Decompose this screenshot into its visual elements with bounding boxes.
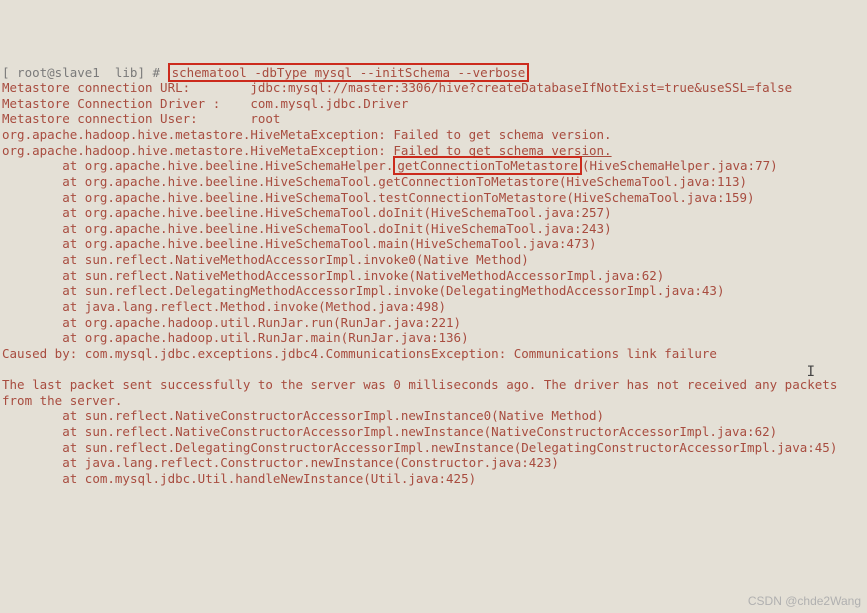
stack-line: at sun.reflect.NativeMethodAccessorImpl.… xyxy=(2,252,529,267)
stack-line: at org.apache.hive.beeline.HiveSchemaToo… xyxy=(2,190,755,205)
output-line: The last packet sent successfully to the… xyxy=(2,377,845,408)
stack-line: at org.apache.hive.beeline.HiveSchemaToo… xyxy=(2,174,747,189)
stack-line: at org.apache.hive.beeline.HiveSchemaToo… xyxy=(2,205,612,220)
stack-line: (HiveSchemaHelper.java:77) xyxy=(582,158,778,173)
stack-line: at sun.reflect.NativeConstructorAccessor… xyxy=(2,424,777,439)
stack-line: at org.apache.hadoop.util.RunJar.main(Ru… xyxy=(2,330,469,345)
stack-line: at sun.reflect.NativeConstructorAccessor… xyxy=(2,408,604,423)
shell-prompt: [ root@slave1 lib] # xyxy=(2,65,168,80)
text-cursor-icon: I xyxy=(807,364,815,382)
method-highlight: getConnectionToMetastore xyxy=(393,156,582,175)
output-line: Metastore Connection Driver : com.mysql.… xyxy=(2,96,408,111)
stack-line: at java.lang.reflect.Method.invoke(Metho… xyxy=(2,299,446,314)
output-line: Metastore connection User: root xyxy=(2,111,280,126)
output-line: org.apache.hadoop.hive.metastore.HiveMet… xyxy=(2,143,393,158)
stack-line: at org.apache.hive.beeline.HiveSchemaToo… xyxy=(2,236,597,251)
watermark: CSDN @chde2Wang xyxy=(748,594,861,609)
stack-line: at sun.reflect.DelegatingMethodAccessorI… xyxy=(2,283,724,298)
stack-line: at org.apache.hadoop.util.RunJar.run(Run… xyxy=(2,315,461,330)
stack-line: at org.apache.hive.beeline.HiveSchemaHel… xyxy=(2,158,393,173)
output-line: org.apache.hadoop.hive.metastore.HiveMet… xyxy=(2,127,612,142)
stack-line: at sun.reflect.NativeMethodAccessorImpl.… xyxy=(2,268,664,283)
stack-line: at com.mysql.jdbc.Util.handleNewInstance… xyxy=(2,471,476,486)
output-line: Metastore connection URL: jdbc:mysql://m… xyxy=(2,80,792,95)
stack-line: at org.apache.hive.beeline.HiveSchemaToo… xyxy=(2,221,612,236)
terminal-output: [ root@slave1 lib] # schematool -dbType … xyxy=(2,65,865,487)
stack-line: at sun.reflect.DelegatingConstructorAcce… xyxy=(2,440,837,455)
command-highlight: schematool -dbType mysql --initSchema --… xyxy=(168,63,530,82)
caused-by-line: Caused by: com.mysql.jdbc.exceptions.jdb… xyxy=(2,346,717,361)
stack-line: at java.lang.reflect.Constructor.newInst… xyxy=(2,455,559,470)
